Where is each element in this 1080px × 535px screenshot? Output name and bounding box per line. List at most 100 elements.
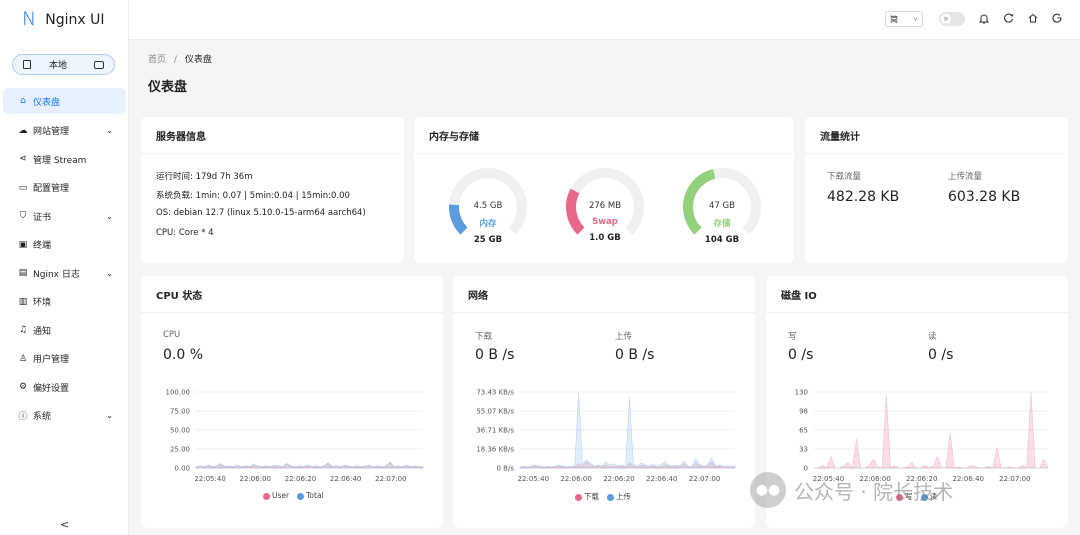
x-tick-label: 22:06:00 [240,475,271,483]
sidebar-item-label: 网站管理 [33,127,70,138]
sidebar-item[interactable]: ▣ 终端 [0,231,129,260]
x-tick-label: 22:05:40 [194,475,225,483]
network-title: 网络 [468,291,488,302]
watermark-text: 公众号 · 院长技术 [794,479,954,504]
sidebar-item[interactable]: ⚙ 偏好设置 [0,373,129,402]
breadcrumb-home[interactable]: 首页 [148,55,166,65]
home-icon[interactable] [1028,13,1038,26]
logout-icon[interactable] [1052,13,1062,26]
wechat-logo-icon: ●● [750,472,786,508]
legend-total[interactable]: Total [297,491,324,500]
x-tick-label: 22:06:40 [953,475,984,483]
gauge-label-group: 4.5 GB 内存 25 GB [448,201,528,245]
legend-dot [263,492,270,500]
x-tick-label: 22:07:00 [375,475,406,483]
cloud-icon: ☁ [18,125,28,136]
info-icon: ⓘ [18,412,28,423]
sidebar-item-label: 管理 Stream [33,155,87,166]
shield-icon: ⛉ [19,211,27,222]
gauge-value: 276 MB [588,201,622,211]
series-area [519,393,736,469]
cpu-info-text: CPU: Core * 4 [156,228,214,238]
x-tick-label: 22:07:00 [689,475,720,483]
sidebar-item-label: 系统 [33,412,52,423]
y-tick-label: 36.71 KB/s [476,427,514,435]
memory-storage-card: 内存与存储 4.5 GB 内存 25 GB 276 MB Swap 1.0 GB 47 GB… [414,117,794,263]
sidebar-item-label: 通知 [33,326,52,337]
y-tick-label: 0.00 [174,465,190,473]
legend-label: 下载 [584,492,599,501]
home-icon: ⌂ [20,96,26,106]
legend-label: User [272,491,290,500]
chevron-down-icon: ⌄ [106,411,113,421]
chevron-down-icon: ⌄ [106,268,113,278]
sidebar-item[interactable]: ⋖ 管理 Stream [0,145,129,174]
download-traffic-label: 下载流量 [827,172,862,182]
memory-storage-title: 内存与存储 [429,132,479,143]
sidebar-item[interactable]: ▤ Nginx 日志 ⌄ [0,259,129,288]
cpu-legend: User Total [263,491,324,500]
y-tick-label: 100.00 [166,389,191,397]
y-tick-label: 0 B/s [497,465,515,473]
language-select[interactable]: 简 ∨ [885,11,923,27]
sun-icon: ☼ [941,14,951,24]
chevron-down-icon: ⌄ [106,126,113,136]
app-title: Nginx UI [45,11,105,28]
environment-label: 本地 [49,61,68,71]
divider [805,153,1068,154]
watermark: ●● 公众号 · 院长技术 [750,472,953,508]
sidebar-item[interactable]: ♫ 通知 [0,316,129,345]
upload-traffic-value: 603.28 KB [948,189,1021,205]
breadcrumb-separator: / [173,55,177,65]
gauge-total: 25 GB [473,235,503,245]
gauge-value: 47 GB [709,201,735,211]
collapse-sidebar-icon[interactable]: < [60,518,69,531]
sidebar-item[interactable]: ☁ 网站管理 ⌄ [0,117,129,146]
breadcrumb-current: 仪表盘 [184,55,212,65]
gauge-name: 存储 [713,219,731,229]
sidebar-item[interactable]: ⌂ 仪表盘 [3,88,126,114]
divider [766,312,1068,313]
cpu-card: CPU 状态 CPU 0.0 % 100.00 75.00 50.00 25.00 0.… [141,276,443,528]
chevron-down-icon: ⌄ [106,211,113,221]
y-tick-label: 33 [799,446,808,454]
sidebar-item[interactable]: ▭ 配置管理 [0,174,129,203]
gear-icon: ⚙ [18,382,28,393]
legend-label: Total [306,491,324,500]
disk-io-title: 磁盘 IO [781,291,817,302]
gauge-total: 104 GB [704,235,740,245]
network-card: 网络 下载 0 B /s 上传 0 B /s 73.43 KB/s 55.07 K… [453,276,755,528]
y-tick-label: 73.43 KB/s [476,389,514,397]
sidebar-item[interactable]: ▥ 环境 [0,288,129,317]
legend-dot [297,492,305,500]
theme-toggle[interactable]: ☼ [939,12,965,26]
sidebar-item-label: 配置管理 [33,184,70,195]
sidebar-item[interactable]: ⛉ 证书 ⌄ [0,202,129,231]
server-info-title: 服务器信息 [156,132,206,143]
divider [141,312,443,313]
y-tick-label: 50.00 [170,427,190,435]
gauge-name: 内存 [479,219,497,229]
uptime-text: 运行时间: 179d 7h 36m [156,172,253,182]
legend-upload[interactable]: 上传 [607,491,631,502]
sidebar: N Nginx UI 本地 ⌂ 仪表盘 ☁ 网站管理 ⌄ ⋖ 管理 Stream ▭ 配置管理 ⛉… [0,0,129,535]
share-icon: ⋖ [19,154,27,165]
bell-icon[interactable] [978,13,990,27]
bell-icon: ♫ [18,325,28,336]
x-tick-label: 22:06:20 [603,475,634,483]
app-logo[interactable]: N Nginx UI [22,10,104,29]
disk-read-value: 0 /s [928,347,954,363]
cpu-chart: 100.00 75.00 50.00 25.00 0.00 22:05:40 22:06:0… [166,389,424,483]
sidebar-item-label: 证书 [33,212,52,223]
download-traffic-value: 482.28 KB [827,189,900,205]
legend-user[interactable]: User [263,491,289,500]
network-down-value: 0 B /s [475,347,515,363]
disk-write-value: 0 /s [788,347,814,363]
sidebar-item[interactable]: ⓘ 系统 ⌄ [0,402,129,431]
x-tick-label: 22:05:40 [518,475,549,483]
environment-switch-button[interactable]: 本地 [12,54,115,75]
refresh-icon[interactable] [1004,13,1014,26]
y-tick-label: 25.00 [170,446,190,454]
sidebar-item[interactable]: ♙ 用户管理 [0,345,129,374]
legend-download[interactable]: 下载 [575,491,599,502]
